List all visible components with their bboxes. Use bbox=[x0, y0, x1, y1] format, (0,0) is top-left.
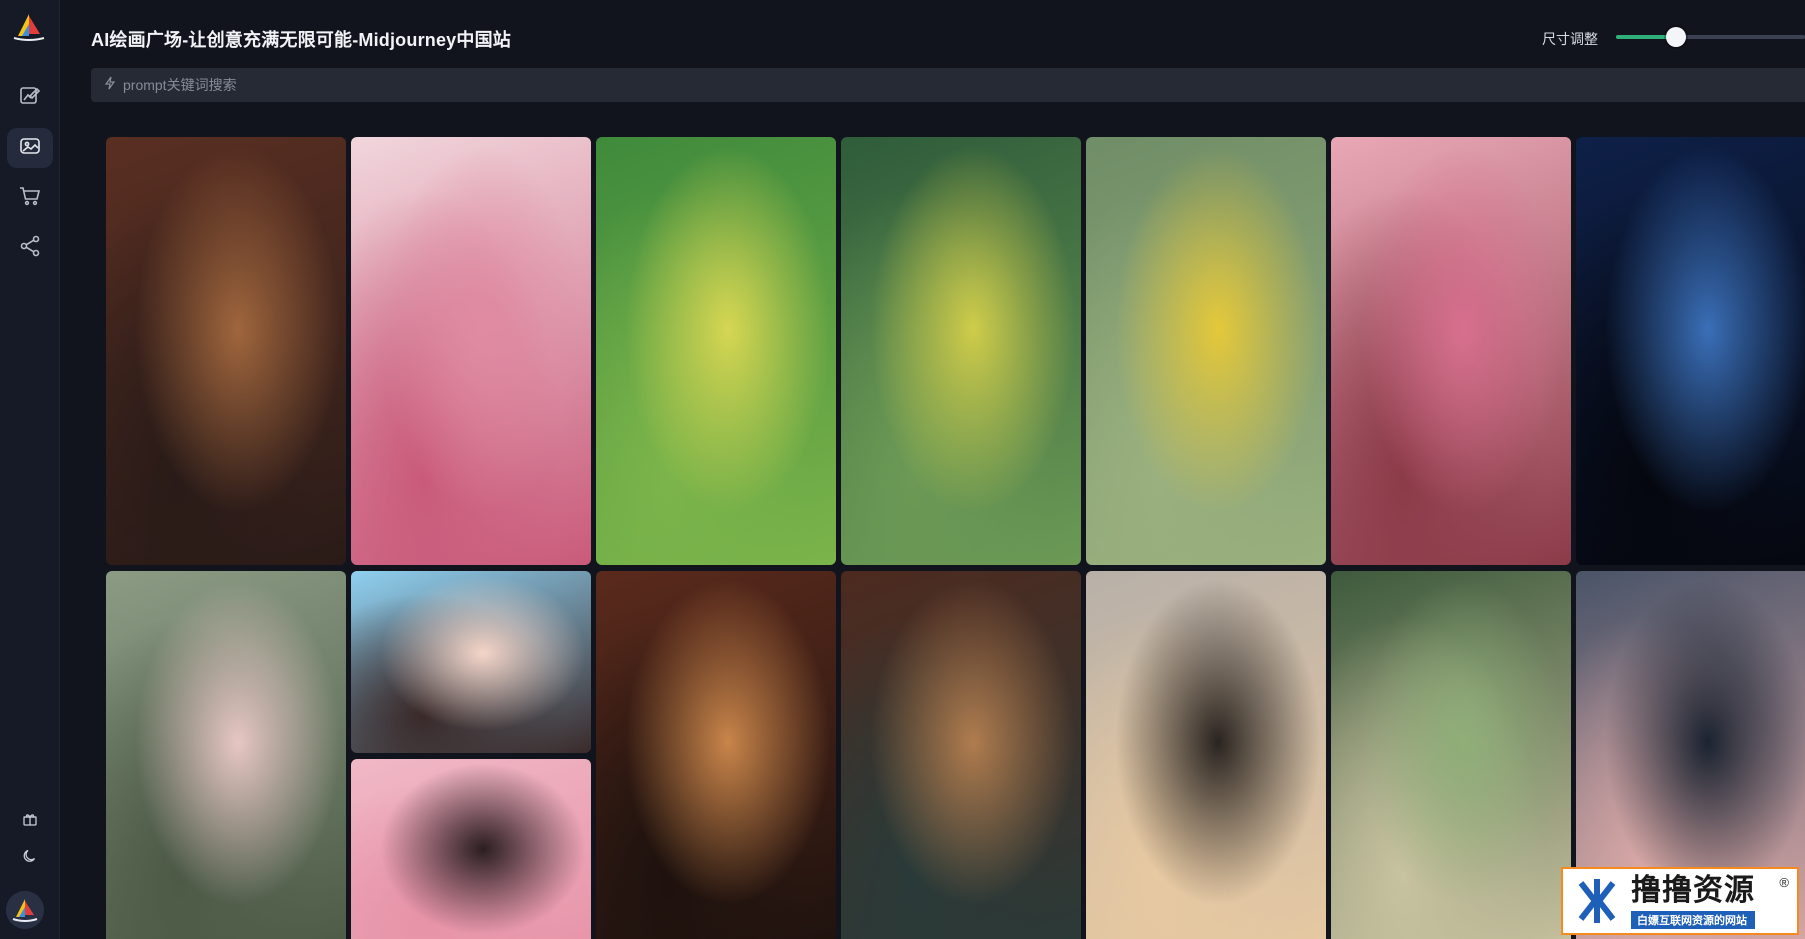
image-gallery-icon bbox=[18, 134, 42, 163]
page-title: AI绘画广场-让创意充满无限可能-Midjourney中国站 bbox=[91, 30, 511, 50]
sidebar-item-gift[interactable] bbox=[14, 806, 46, 836]
watermark-badge: 撸撸资源 白嫖互联网资源的网站 ® bbox=[1561, 867, 1799, 935]
sidebar-item-draw[interactable] bbox=[7, 78, 53, 118]
edit-image-icon bbox=[18, 84, 42, 113]
sidebar bbox=[0, 0, 60, 939]
image-gallery bbox=[106, 137, 1805, 939]
gallery-image[interactable] bbox=[1086, 571, 1326, 939]
header: AI绘画广场-让创意充满无限可能-Midjourney中国站 尺寸调整 bbox=[60, 0, 1805, 68]
watermark-subtitle: 白嫖互联网资源的网站 bbox=[1631, 910, 1755, 929]
search-bar bbox=[91, 68, 1805, 102]
sidebar-item-shop[interactable] bbox=[7, 178, 53, 218]
sidebar-item-gallery[interactable] bbox=[7, 128, 53, 168]
registered-mark: ® bbox=[1779, 875, 1789, 890]
gallery-image[interactable] bbox=[1331, 571, 1571, 939]
gallery-image[interactable] bbox=[351, 571, 591, 753]
size-slider[interactable] bbox=[1616, 27, 1805, 47]
watermark-title: 撸撸资源 bbox=[1631, 873, 1755, 907]
gallery-image[interactable] bbox=[841, 137, 1081, 565]
search-input[interactable] bbox=[123, 77, 1723, 93]
cart-icon bbox=[18, 184, 42, 213]
sidebar-item-theme[interactable] bbox=[14, 843, 46, 873]
size-slider-thumb[interactable] bbox=[1666, 27, 1687, 47]
gallery-image[interactable] bbox=[596, 137, 836, 565]
luluziyuan-logo-icon bbox=[1571, 875, 1623, 927]
gallery-image[interactable] bbox=[1086, 137, 1326, 565]
sidebar-item-share[interactable] bbox=[7, 228, 53, 268]
moon-icon bbox=[22, 848, 38, 869]
gift-icon bbox=[22, 811, 38, 832]
gallery-image[interactable] bbox=[1576, 137, 1805, 565]
gallery-image[interactable] bbox=[596, 571, 836, 939]
gallery-image[interactable] bbox=[351, 759, 591, 939]
sailboat-logo-icon[interactable] bbox=[10, 10, 48, 44]
gallery-image[interactable] bbox=[1331, 137, 1571, 565]
gallery-image[interactable] bbox=[841, 571, 1081, 939]
share-icon bbox=[18, 234, 42, 263]
gallery-image[interactable] bbox=[106, 571, 346, 939]
lightning-icon bbox=[103, 76, 123, 95]
size-adjust-label: 尺寸调整 bbox=[1542, 31, 1598, 47]
avatar-icon[interactable] bbox=[6, 891, 44, 929]
gallery-image[interactable] bbox=[351, 137, 591, 565]
gallery-image[interactable] bbox=[106, 137, 346, 565]
